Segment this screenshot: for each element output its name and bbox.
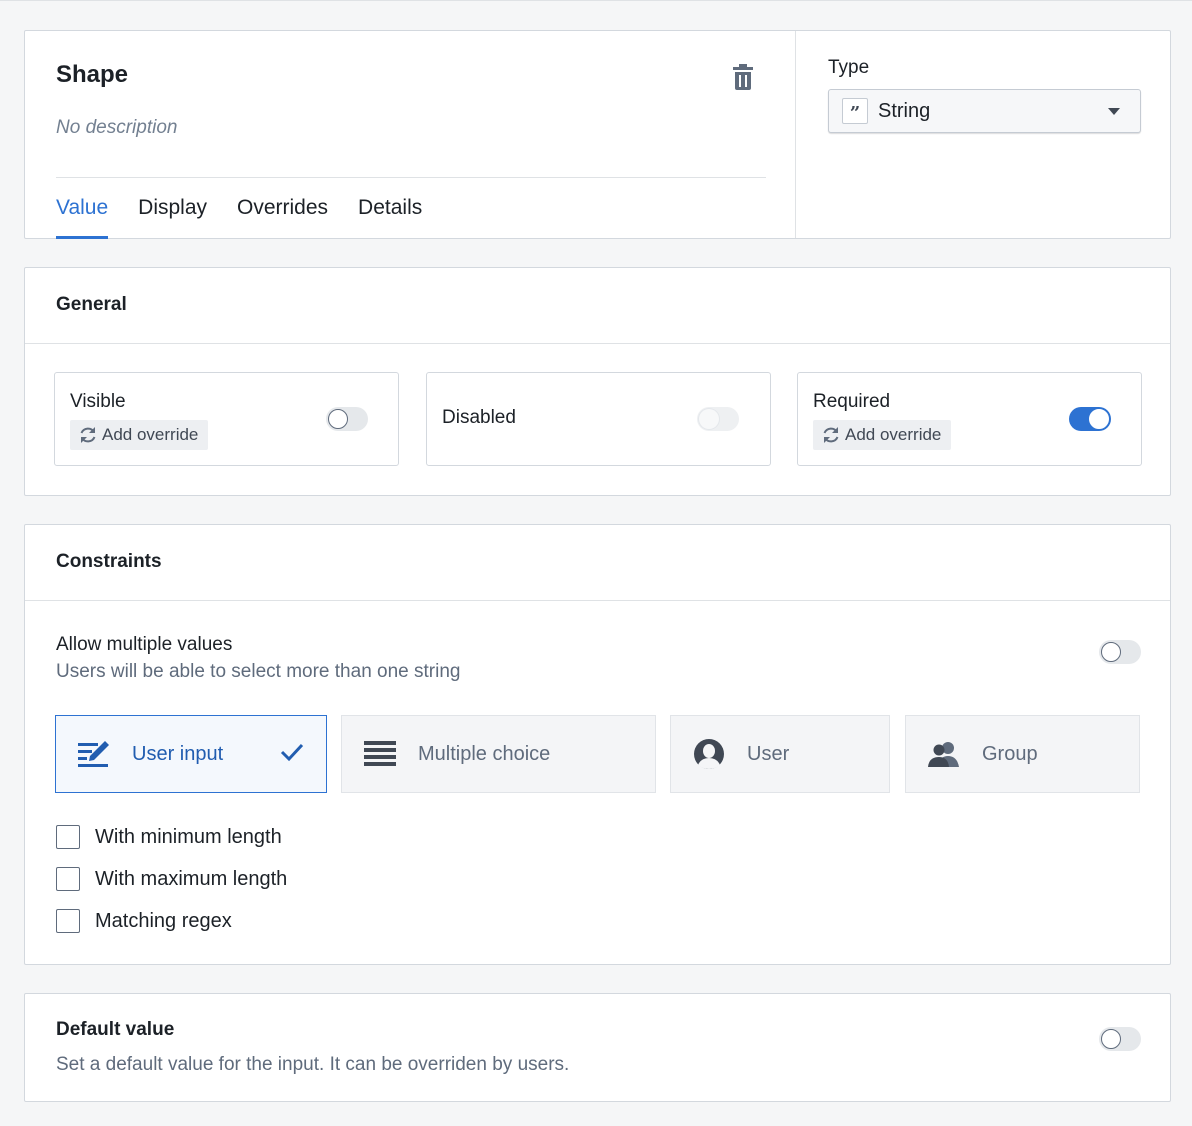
tab-details[interactable]: Details xyxy=(358,178,422,239)
option-user-input-label: User input xyxy=(132,742,224,765)
tab-display[interactable]: Display xyxy=(138,178,207,239)
allow-multiple-title: Allow multiple values xyxy=(56,634,233,655)
disabled-label: Disabled xyxy=(442,407,516,428)
option-user[interactable]: User xyxy=(670,715,890,793)
parameter-header-card: Shape No description Value Display Overr… xyxy=(24,30,1171,239)
edit-icon xyxy=(78,741,110,767)
min-length-label: With minimum length xyxy=(95,825,282,848)
type-select[interactable]: ” String xyxy=(828,89,1141,133)
general-header: General xyxy=(25,268,1170,344)
allow-multiple-toggle[interactable] xyxy=(1099,640,1141,664)
max-length-checkbox[interactable] xyxy=(56,867,80,891)
required-toggle[interactable] xyxy=(1069,407,1111,431)
refresh-icon xyxy=(823,427,839,443)
general-card: General Visible Add override Disabled Re… xyxy=(24,267,1171,496)
tab-list: Value Display Overrides Details xyxy=(56,178,452,240)
constraints-header: Constraints xyxy=(25,525,1170,601)
parameter-title[interactable]: Shape xyxy=(56,61,128,89)
type-value: String xyxy=(878,99,931,122)
type-label: Type xyxy=(828,57,870,78)
people-icon xyxy=(928,741,960,767)
option-user-input[interactable]: User input xyxy=(55,715,327,793)
allow-multiple-desc: Users will be able to select more than o… xyxy=(56,661,461,682)
constraints-card: Constraints Allow multiple values Users … xyxy=(24,524,1171,965)
option-multiple-choice-label: Multiple choice xyxy=(418,742,551,765)
required-add-override-label: Add override xyxy=(845,425,942,444)
option-user-label: User xyxy=(747,742,790,765)
default-value-desc: Set a default value for the input. It ca… xyxy=(56,1054,570,1075)
disabled-box: Disabled xyxy=(426,372,771,466)
tab-value[interactable]: Value xyxy=(56,178,109,239)
visible-label: Visible xyxy=(70,391,126,412)
required-add-override-button[interactable]: Add override xyxy=(813,420,952,450)
regex-label: Matching regex xyxy=(95,909,232,932)
max-length-checkbox-row[interactable]: With maximum length xyxy=(56,866,287,892)
default-value-toggle[interactable] xyxy=(1099,1027,1141,1051)
visible-add-override-label: Add override xyxy=(102,425,199,444)
required-label: Required xyxy=(813,391,891,412)
caret-down-icon xyxy=(1108,108,1120,115)
option-group[interactable]: Group xyxy=(905,715,1140,793)
regex-checkbox-row[interactable]: Matching regex xyxy=(56,908,232,934)
max-length-label: With maximum length xyxy=(95,867,288,890)
list-icon xyxy=(364,741,396,767)
option-multiple-choice[interactable]: Multiple choice xyxy=(341,715,656,793)
visible-box: Visible Add override xyxy=(54,372,399,466)
option-group-label: Group xyxy=(982,742,1038,765)
constraints-title: Constraints xyxy=(56,551,162,572)
default-value-title: Default value xyxy=(56,1019,175,1040)
tab-overrides[interactable]: Overrides xyxy=(237,178,328,239)
refresh-icon xyxy=(80,427,96,443)
quote-icon: ” xyxy=(842,98,868,124)
general-title: General xyxy=(56,294,127,315)
min-length-checkbox[interactable] xyxy=(56,825,80,849)
checkmark-icon xyxy=(280,743,304,762)
regex-checkbox[interactable] xyxy=(56,909,80,933)
required-box: Required Add override xyxy=(797,372,1142,466)
visible-toggle[interactable] xyxy=(326,407,368,431)
visible-add-override-button[interactable]: Add override xyxy=(70,420,209,450)
disabled-toggle xyxy=(697,407,739,431)
default-value-card: Default value Set a default value for th… xyxy=(24,993,1171,1102)
person-icon xyxy=(693,738,725,770)
min-length-checkbox-row[interactable]: With minimum length xyxy=(56,824,282,850)
header-right-panel: Type ” String xyxy=(796,31,1170,238)
parameter-description[interactable]: No description xyxy=(56,117,177,139)
header-left-panel: Shape No description Value Display Overr… xyxy=(25,31,796,240)
trash-icon[interactable] xyxy=(731,64,755,90)
